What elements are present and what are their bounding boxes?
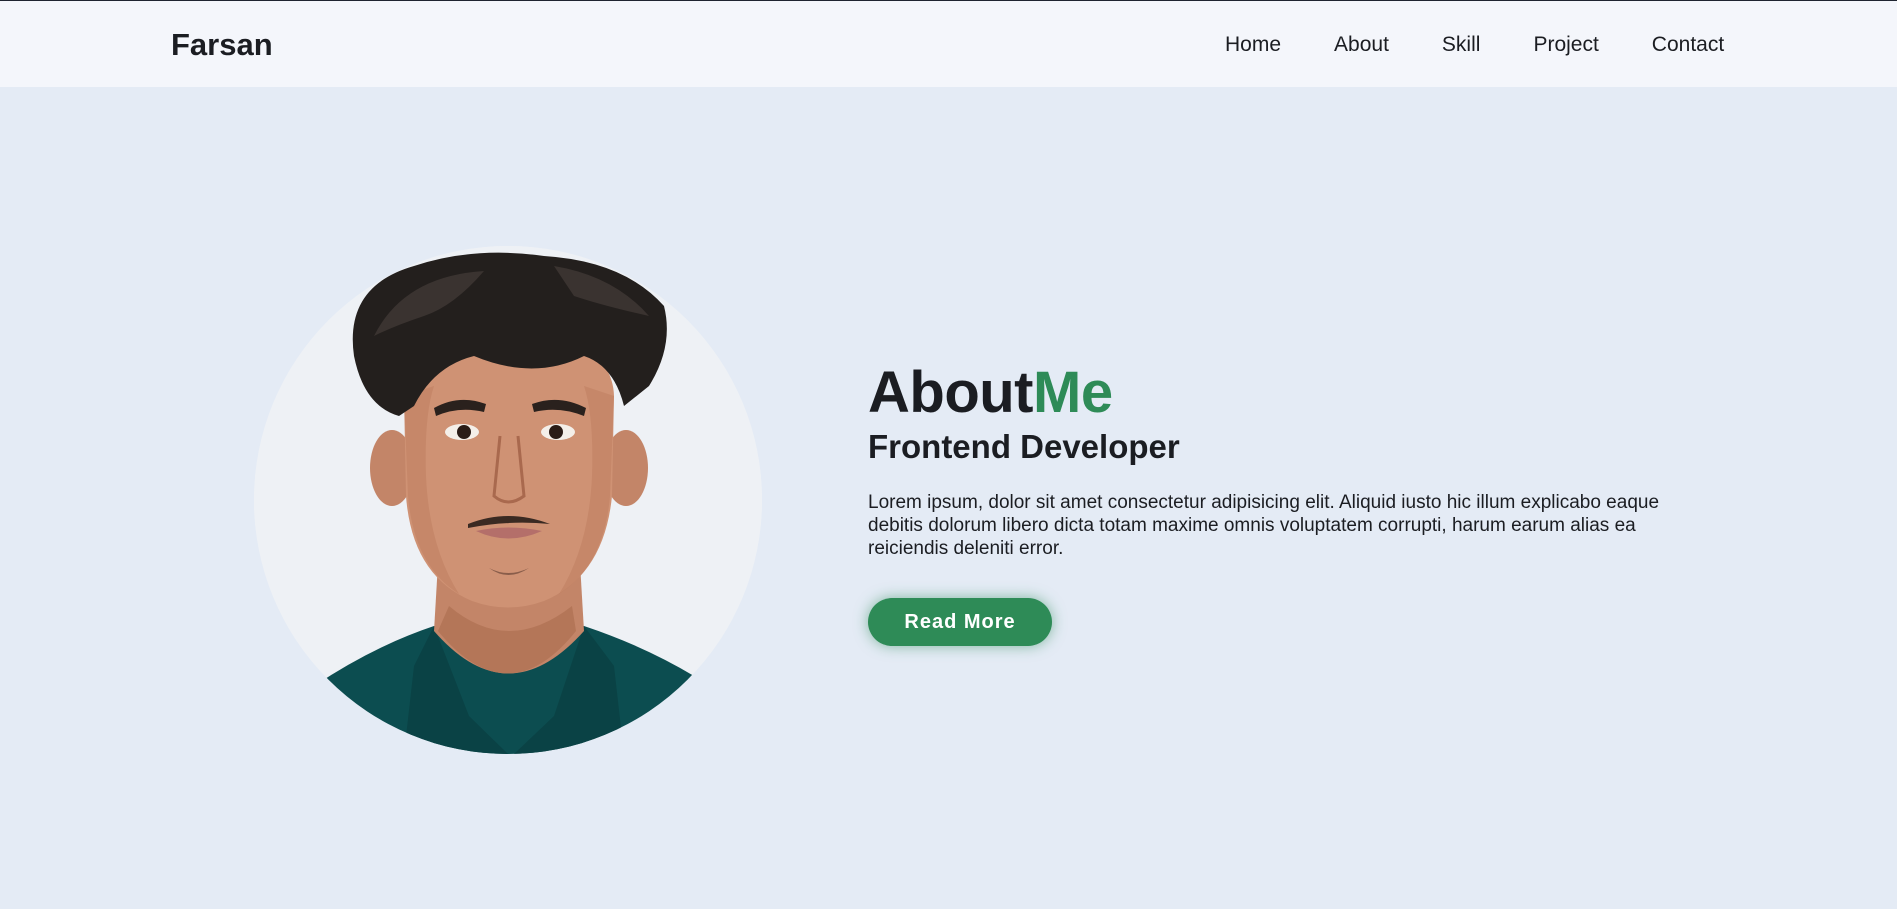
nav-link-contact[interactable]: Contact	[1652, 33, 1724, 57]
profile-photo	[254, 246, 762, 754]
about-section: AboutMe Frontend Developer Lorem ipsum, …	[0, 87, 1897, 909]
profile-photo-illustration	[254, 246, 762, 754]
nav-link-skill[interactable]: Skill	[1442, 33, 1481, 57]
about-description: Lorem ipsum, dolor sit amet consectetur …	[868, 492, 1660, 559]
about-content: AboutMe Frontend Developer Lorem ipsum, …	[868, 363, 1708, 646]
role-subtitle: Frontend Developer	[868, 428, 1180, 465]
nav-link-about[interactable]: About	[1334, 33, 1389, 57]
about-heading: AboutMe	[868, 363, 1708, 423]
nav-link-home[interactable]: Home	[1225, 33, 1281, 57]
site-logo[interactable]: Farsan	[171, 27, 273, 63]
navbar: Farsan Home About Skill Project Contact	[0, 1, 1897, 87]
main-nav: Home About Skill Project Contact	[1225, 33, 1724, 57]
about-heading-accent: Me	[1033, 360, 1113, 425]
about-heading-main: About	[868, 360, 1034, 425]
read-more-button[interactable]: Read More	[868, 598, 1052, 646]
nav-link-project[interactable]: Project	[1533, 33, 1598, 57]
